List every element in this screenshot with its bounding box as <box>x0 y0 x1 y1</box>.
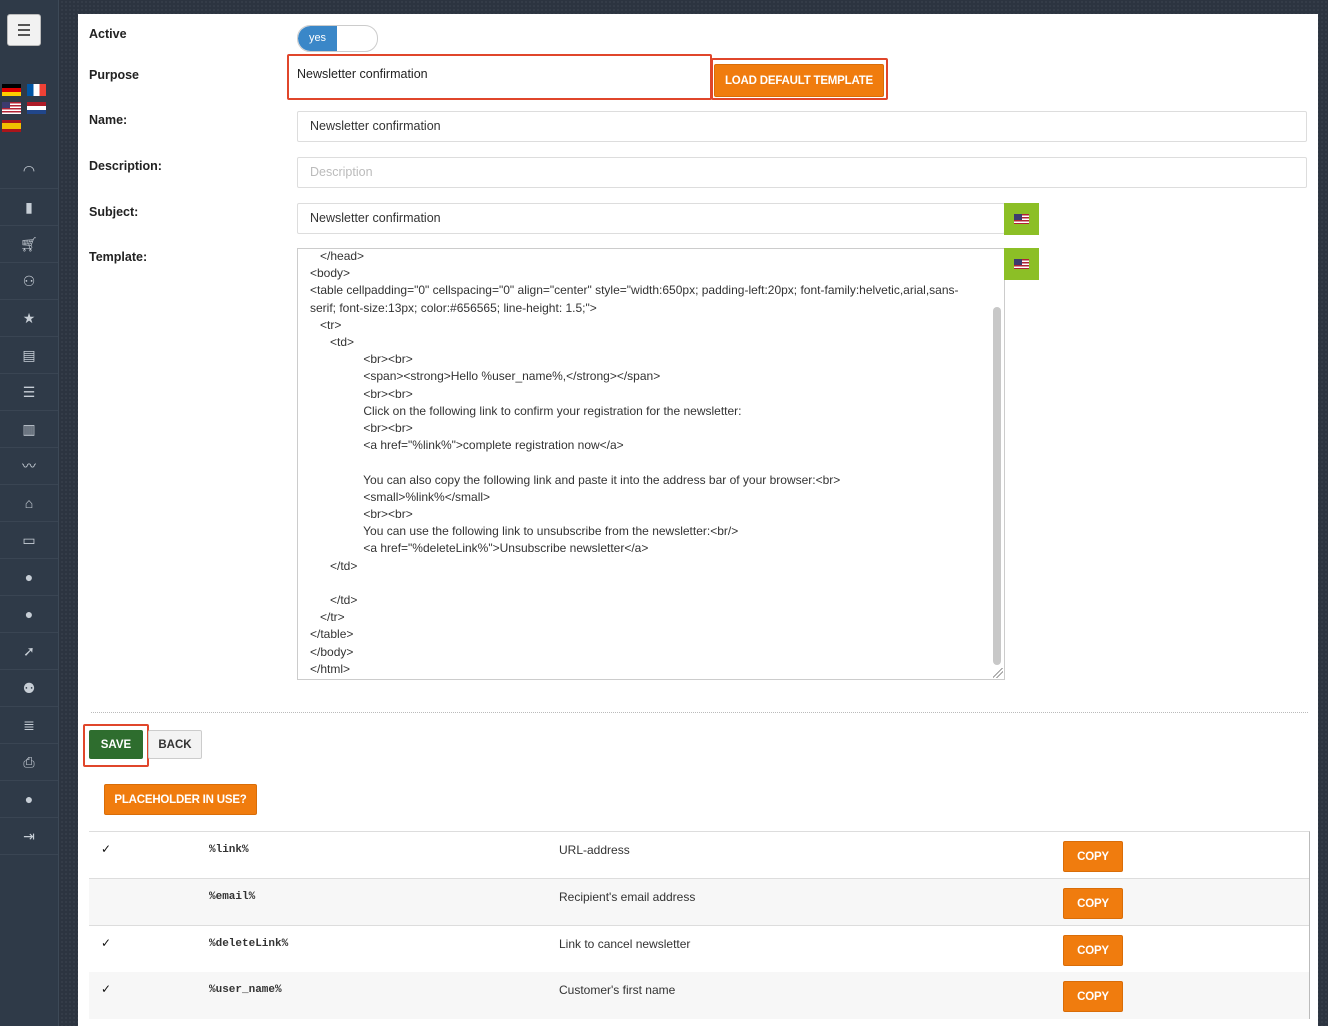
template-code-line: <br><br> <box>310 507 413 521</box>
purpose-select[interactable]: Newsletter confirmation <box>289 56 710 96</box>
template-code-line: </html> <box>310 661 351 676</box>
template-code-line: You can also copy the following link and… <box>310 472 841 487</box>
users-icon[interactable]: ⚉ <box>0 670 58 707</box>
template-code-line: </body> <box>310 644 354 659</box>
placeholder-in-use-button[interactable]: PLACEHOLDER IN USE? <box>104 784 257 815</box>
back-button[interactable]: BACK <box>148 730 202 759</box>
database-icon[interactable]: ≣ <box>0 707 58 744</box>
placeholder-description: Recipient's email address <box>559 890 696 904</box>
star-icon[interactable]: ★ <box>0 300 58 337</box>
flag-us-icon <box>1014 259 1029 269</box>
flag-fr-icon[interactable] <box>27 84 46 96</box>
home-icon[interactable]: ⌂ <box>0 485 58 522</box>
copy-button[interactable]: COPY <box>1063 935 1123 966</box>
form-divider <box>91 712 1308 713</box>
menu-toggle-button[interactable] <box>7 14 41 46</box>
flag-nl-icon[interactable] <box>27 102 46 114</box>
placeholder-name: %email% <box>209 891 256 903</box>
template-code-line: <a href="%deleteLink%">Unsubscribe newsl… <box>310 541 649 556</box>
table-row: ✓ %link% URL-address COPY <box>89 832 1309 879</box>
template-editor[interactable]: </html> </body> </table> </tr> </td> </td>… <box>297 248 1005 680</box>
template-code-line: serif; font-size:13px; color:#656565; li… <box>310 300 597 315</box>
placeholder-description: Link to cancel newsletter <box>559 937 691 951</box>
save-button[interactable]: SAVE <box>89 730 143 759</box>
template-code-line: <br><br> <box>310 352 413 367</box>
load-default-template-button[interactable]: LOAD DEFAULT TEMPLATE <box>714 64 884 97</box>
copy-button[interactable]: COPY <box>1063 841 1123 872</box>
template-scrollbar[interactable] <box>993 307 1001 665</box>
placeholder-description: URL-address <box>559 843 630 857</box>
sidebar: ◠ ▮ 🛒︎ ⚇ ★ ▤ ☰ ▥ 〰 ⌂ ▭ ● ● ➚ ⚉ ≣ ⎙ ● ⇥ <box>0 0 59 1026</box>
purpose-label: Purpose <box>89 68 140 82</box>
template-code-line: <small>%link%</small> <box>310 489 491 504</box>
print-icon[interactable]: ⎙ <box>0 744 58 781</box>
placeholder-description: Customer's first name <box>559 983 676 997</box>
placeholder-table: ✓ %link% URL-address COPY %email% Recipi… <box>89 831 1310 1019</box>
flag-us-icon <box>1014 214 1029 224</box>
archive-icon[interactable]: ▤ <box>0 337 58 374</box>
template-code-line: <td> <box>310 335 355 349</box>
template-code-line: <br><br> <box>310 421 413 435</box>
table-row: %email% Recipient's email address COPY <box>89 879 1309 926</box>
template-code-line: <tr> <box>310 317 342 332</box>
check-icon: ✓ <box>101 842 112 856</box>
copy-button[interactable]: COPY <box>1063 888 1123 919</box>
template-code-line: </table> <box>310 627 354 642</box>
template-code-line: <table cellpadding="0" cellspacing="0" a… <box>310 283 959 298</box>
placeholder-name: %deleteLink% <box>209 938 289 950</box>
flag-es-icon[interactable] <box>2 120 21 132</box>
user-icon[interactable]: ● <box>0 781 58 818</box>
monitor-icon[interactable]: ▭ <box>0 522 58 559</box>
flag-de-icon[interactable] <box>2 84 21 96</box>
rocket-icon[interactable]: ➚ <box>0 633 58 670</box>
template-code-line: </td> <box>310 593 358 607</box>
flag-us-icon[interactable] <box>2 102 21 114</box>
placeholder-name: %user_name% <box>209 984 282 996</box>
hamburger-icon <box>18 24 30 36</box>
description-input[interactable]: Description <box>297 157 1307 188</box>
check-icon: ✓ <box>101 936 112 950</box>
template-code-line: <a href="%link%">complete registration n… <box>310 438 624 453</box>
cart-icon[interactable]: 🛒︎ <box>0 226 58 263</box>
active-toggle[interactable]: yes <box>297 25 378 52</box>
line-chart-icon[interactable]: 〰 <box>0 448 58 485</box>
template-code-line: <span><strong>Hello %user_name%,</strong… <box>310 369 661 384</box>
bar-chart-icon[interactable]: ▮ <box>0 189 58 226</box>
list-icon[interactable]: ☰ <box>0 374 58 411</box>
template-code-line: Click on the following link to confirm y… <box>310 403 742 418</box>
resize-handle[interactable] <box>993 668 1003 678</box>
template-code-line: You can use the following link to unsubs… <box>310 524 739 539</box>
user-icon[interactable]: ● <box>0 559 58 596</box>
placeholder-name: %link% <box>209 844 249 856</box>
template-label: Template: <box>89 250 148 264</box>
dashboard-icon[interactable]: ◠ <box>0 152 58 189</box>
subject-input[interactable]: Newsletter confirmation <box>297 203 1005 234</box>
template-code-line: <br><br> <box>310 386 413 401</box>
table-row: ✓ %user_name% Customer's first name COPY <box>89 972 1309 1019</box>
template-code-line: </td> <box>310 558 358 573</box>
description-label: Description: <box>89 159 162 173</box>
template-language-button[interactable] <box>1004 248 1039 280</box>
check-icon: ✓ <box>101 982 112 996</box>
add-user-icon[interactable]: ⚇ <box>0 263 58 300</box>
active-toggle-on: yes <box>298 26 337 51</box>
book-icon[interactable]: ▥ <box>0 411 58 448</box>
table-row: ✓ %deleteLink% Link to cancel newsletter… <box>89 926 1309 973</box>
name-label: Name: <box>89 113 128 127</box>
template-code-line: </tr> <box>310 610 345 625</box>
subject-language-button[interactable] <box>1004 203 1039 235</box>
sidebar-nav: ◠ ▮ 🛒︎ ⚇ ★ ▤ ☰ ▥ 〰 ⌂ ▭ ● ● ➚ ⚉ ≣ ⎙ ● ⇥ <box>0 152 58 855</box>
template-code-line: </head> <box>310 249 365 263</box>
template-code-line: <body> <box>310 266 351 281</box>
name-input[interactable]: Newsletter confirmation <box>297 111 1307 142</box>
logout-icon[interactable]: ⇥ <box>0 818 58 855</box>
user-icon[interactable]: ● <box>0 596 58 633</box>
subject-label: Subject: <box>89 205 139 219</box>
copy-button[interactable]: COPY <box>1063 981 1123 1012</box>
newsletter-template-form: Active yes Purpose Newsletter confirmati… <box>78 14 1318 1026</box>
active-label: Active <box>89 27 127 41</box>
